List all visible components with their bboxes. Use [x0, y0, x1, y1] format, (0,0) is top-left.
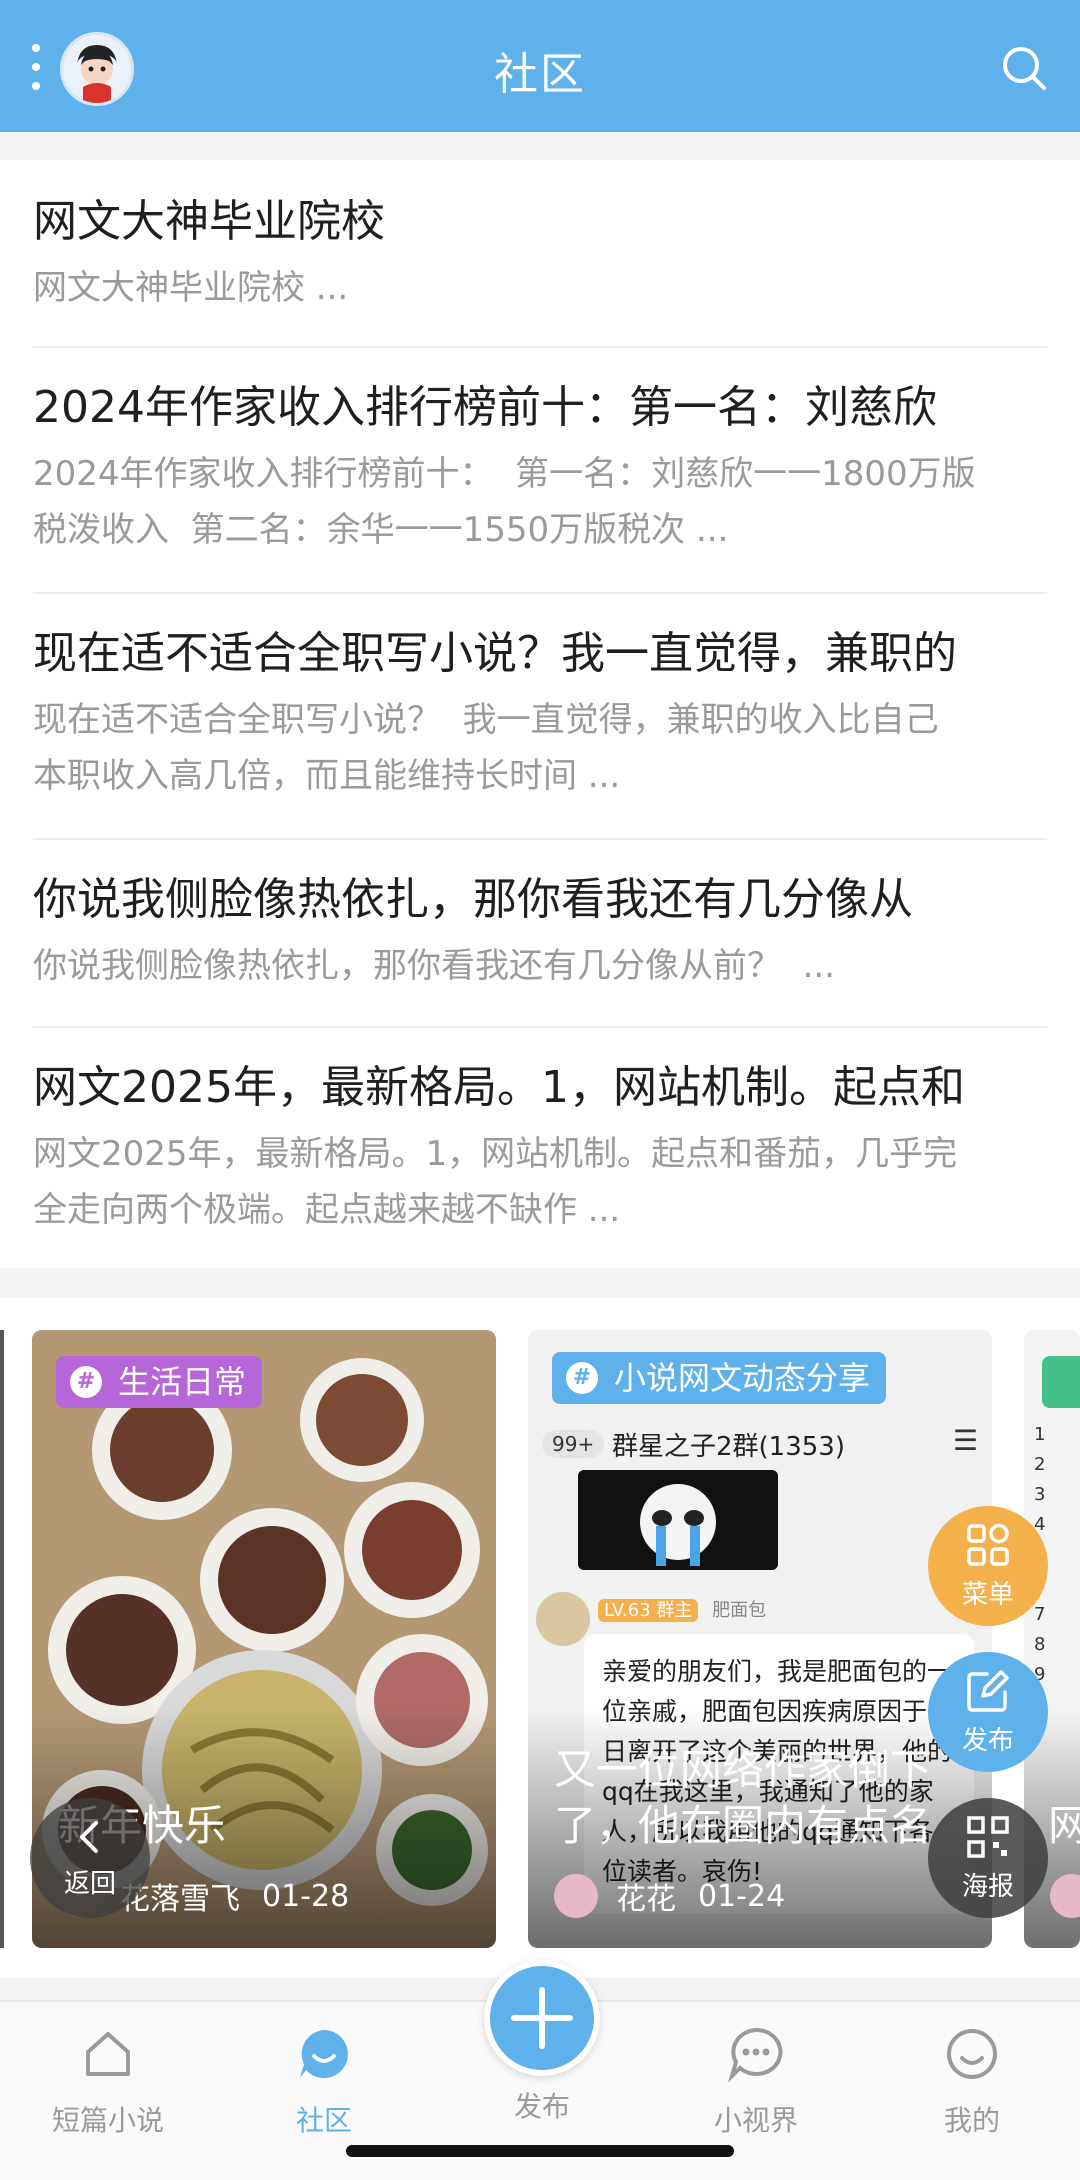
- card-title: 又一位网络作家倒下了，他在圈内有点名: [554, 1745, 933, 1850]
- chat-menu-icon: ☰: [952, 1424, 978, 1457]
- role-badge: LV.63 群主: [598, 1599, 699, 1622]
- post-item[interactable]: 网文大神毕业院校 网文大神毕业院校 ...: [0, 192, 1080, 316]
- topic-card[interactable]: 99+ 群星之子2群(1353) ☰ LV.63 群主 肥面包 亲爱的朋友们，我…: [528, 1330, 992, 1948]
- post-item[interactable]: 你说我侧脸像热依扎，那你看我还有几分像从 你说我侧脸像热依扎，那你看我还有几分像…: [0, 870, 1080, 994]
- tab-short-novel[interactable]: 短篇小说: [28, 2026, 188, 2139]
- post-title: 网文大神毕业院校: [33, 196, 385, 247]
- tab-label: 短篇小说: [51, 2104, 164, 2137]
- tab-mine[interactable]: 我的: [892, 2026, 1052, 2139]
- grid-icon: [967, 1523, 1009, 1566]
- sender-name: 肥面包: [712, 1600, 767, 1621]
- topic-tag[interactable]: [1042, 1356, 1080, 1408]
- topic-tag-label: 生活日常: [118, 1363, 247, 1401]
- edit-icon: [967, 1669, 1009, 1712]
- topic-tag[interactable]: # 生活日常: [56, 1356, 263, 1408]
- author-name: 花花: [616, 1882, 676, 1917]
- post-title: 网文2025年，最新格局。1，网站机制。起点和: [33, 1062, 965, 1113]
- post-list: 网文大神毕业院校 网文大神毕业院校 ... 2024年作家收入排行榜前十：第一名…: [0, 160, 1080, 1268]
- post-item[interactable]: 2024年作家收入排行榜前十：第一名：刘慈欣 2024年作家收入排行榜前十： 第…: [0, 378, 1080, 558]
- chevron-left-icon: [80, 1820, 98, 1853]
- post-title: 现在适不适合全职写小说？我一直觉得，兼职的: [33, 628, 957, 679]
- post-excerpt: 网文大神毕业院校 ...: [33, 268, 349, 308]
- sender-line: LV.63 群主 肥面包: [598, 1596, 766, 1622]
- topic-cards: # 生活日常 新年快乐 花落雪飞 01-28 99+ 群星之子2群(1353) …: [0, 1298, 1080, 1978]
- divider: [33, 1026, 1047, 1028]
- smile-icon: [947, 2029, 997, 2079]
- menu-button[interactable]: 菜单: [928, 1506, 1048, 1626]
- tab-label: 社区: [295, 2104, 352, 2137]
- post-title: 你说我侧脸像热依扎，那你看我还有几分像从: [33, 874, 913, 925]
- hashtag-icon: #: [70, 1366, 102, 1398]
- unread-badge: 99+: [542, 1430, 605, 1458]
- post-label: 发布: [961, 1725, 1014, 1756]
- tab-label: 小视界: [713, 2104, 798, 2137]
- tab-community[interactable]: 社区: [244, 2026, 404, 2139]
- home-icon: [86, 2032, 130, 2076]
- poster-label: 海报: [961, 1871, 1014, 1902]
- post-excerpt: 你说我侧脸像热依扎，那你看我还有几分像从前？ ...: [33, 946, 836, 986]
- community-chat-icon: [300, 2030, 348, 2078]
- crying-cat-sticker: [578, 1470, 778, 1570]
- tab-small-vision[interactable]: 小视界: [676, 2026, 836, 2139]
- divider: [33, 592, 1047, 594]
- post-date: 01-24: [698, 1878, 786, 1914]
- post-item[interactable]: 现在适不适合全职写小说？我一直觉得，兼职的 现在适不适合全职写小说？ 我一直觉得…: [0, 624, 1080, 804]
- hashtag-icon: #: [566, 1362, 598, 1394]
- author-avatar: [554, 1874, 598, 1918]
- menu-label: 菜单: [961, 1579, 1014, 1610]
- sender-avatar: [536, 1592, 590, 1646]
- card-title: 网: [1048, 1801, 1080, 1850]
- divider: [33, 346, 1047, 348]
- card-author: 花花 01-24: [554, 1874, 785, 1918]
- back-button[interactable]: 返回: [30, 1798, 150, 1918]
- post-excerpt: 2024年作家收入排行榜前十： 第一名：刘慈欣一一1800万版 税泼收入 第二名…: [33, 454, 976, 550]
- plus-icon: [511, 1987, 573, 2049]
- post-item[interactable]: 网文2025年，最新格局。1，网站机制。起点和 网文2025年，最新格局。1，网…: [0, 1058, 1080, 1238]
- card-edge-left: [0, 1330, 4, 1948]
- topic-tag-label: 小说网文动态分享: [614, 1359, 871, 1397]
- post-excerpt: 现在适不适合全职写小说？ 我一直觉得，兼职的收入比自己 本职收入高几倍，而且能维…: [33, 700, 939, 796]
- chat-header: 99+ 群星之子2群(1353) ☰: [542, 1422, 978, 1472]
- post-excerpt: 网文2025年，最新格局。1，网站机制。起点和番茄，几乎完 全走向两个极端。起点…: [33, 1134, 958, 1230]
- post-button[interactable]: 发布: [928, 1652, 1048, 1772]
- back-label: 返回: [63, 1868, 116, 1899]
- page-title: 社区: [494, 49, 586, 100]
- tab-label: 我的: [943, 2104, 1000, 2137]
- group-name: 群星之子2群(1353): [612, 1432, 845, 1462]
- home-indicator: [346, 2145, 734, 2157]
- post-title: 2024年作家收入排行榜前十：第一名：刘慈欣: [33, 382, 937, 433]
- divider: [33, 838, 1047, 840]
- post-date: 01-28: [262, 1878, 350, 1914]
- topic-tag[interactable]: # 小说网文动态分享: [552, 1352, 887, 1404]
- qr-code-icon: [967, 1815, 1009, 1858]
- search-icon[interactable]: [1000, 44, 1048, 92]
- publish-plus-button[interactable]: [484, 1960, 600, 2076]
- top-header: 社区: [0, 0, 1080, 132]
- poster-button[interactable]: 海报: [928, 1798, 1048, 1918]
- chat-bubble-icon: [727, 2027, 783, 2083]
- tab-publish-label: 发布: [513, 2090, 570, 2123]
